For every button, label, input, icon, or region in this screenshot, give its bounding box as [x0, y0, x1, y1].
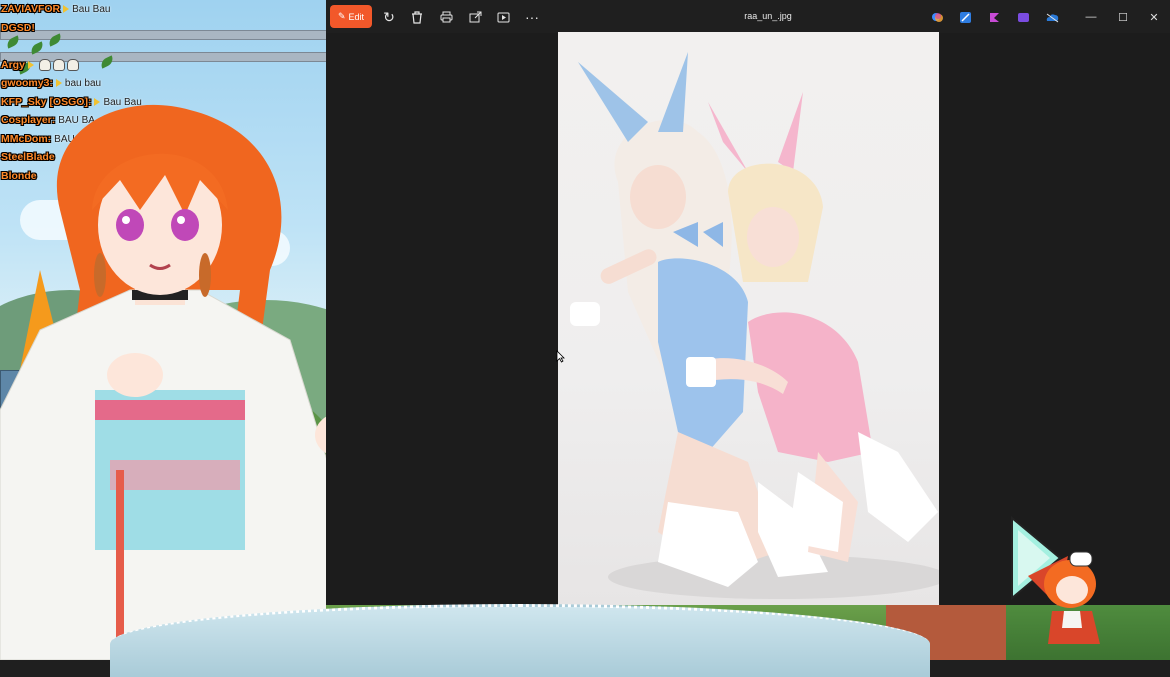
- copilot-icon: [931, 12, 943, 22]
- copilot-button[interactable]: [926, 6, 948, 28]
- onedrive-button[interactable]: [1041, 6, 1063, 28]
- designer-button[interactable]: [954, 6, 976, 28]
- rotate-icon: ↻: [383, 8, 395, 25]
- vtuber-avatar: [0, 104, 365, 660]
- share-button[interactable]: [464, 6, 486, 28]
- share-icon: [469, 11, 481, 23]
- slideshow-button[interactable]: [492, 6, 514, 28]
- slideshow-icon: [497, 12, 509, 22]
- displayed-photo[interactable]: [558, 32, 939, 605]
- printer-icon: [440, 11, 452, 23]
- chat-text: bau bau: [64, 78, 102, 89]
- maximize-button[interactable]: ☐: [1113, 8, 1133, 26]
- maximize-icon: ☐: [1118, 11, 1128, 24]
- skull-emoji-icon: [52, 58, 65, 71]
- designer-icon: [959, 11, 971, 23]
- trash-icon: [412, 10, 422, 24]
- chat-username: gwoomy3:: [0, 76, 54, 90]
- file-title: raa_un_.jpg: [744, 11, 792, 21]
- skull-emoji-icon: [38, 58, 51, 71]
- close-button[interactable]: ✕: [1144, 8, 1164, 26]
- chat-text: Bau Bau: [72, 4, 111, 15]
- minimize-icon: —: [1085, 11, 1097, 23]
- chat-message: Argy: [0, 56, 326, 75]
- edit-label: Edit: [348, 11, 365, 22]
- edit-button[interactable]: ✎ Edit: [330, 5, 372, 28]
- onedrive-icon: [1046, 13, 1058, 22]
- chat-badge-icon: [55, 79, 62, 88]
- chat-message: ZAVIAVFOR Bau Bau: [0, 0, 326, 19]
- photo-content: [570, 52, 939, 599]
- chat-message: [0, 37, 326, 56]
- skull-emoji-icon: [66, 58, 79, 71]
- tea-table: [110, 604, 930, 677]
- photos-titlebar: ✎ Edit ↻ ··· raa_un_.jpg — ☐ ✕: [326, 0, 1170, 33]
- chibi-mascot: [1011, 516, 1100, 644]
- chat-badge-icon: [63, 5, 70, 14]
- chat-username: ZAVIAVFOR: [0, 2, 61, 16]
- delete-button[interactable]: [406, 6, 428, 28]
- more-options-button[interactable]: ···: [521, 6, 543, 28]
- chat-badge-icon: [27, 60, 34, 69]
- clipchamp-icon: [989, 12, 999, 22]
- more-icon: ···: [525, 9, 539, 25]
- print-button[interactable]: [435, 6, 457, 28]
- chat-username: Argy: [0, 58, 26, 72]
- clipchamp-video-button[interactable]: [1012, 6, 1034, 28]
- edit-icon: ✎: [337, 11, 346, 21]
- chat-message: DGSD!: [0, 19, 326, 38]
- clipchamp-button[interactable]: [983, 6, 1005, 28]
- mouse-cursor-icon: [556, 350, 565, 363]
- video-editor-icon: [1017, 12, 1029, 22]
- chat-username: DGSD!: [0, 21, 36, 35]
- minimize-button[interactable]: —: [1081, 8, 1101, 26]
- rotate-button[interactable]: ↻: [378, 6, 400, 28]
- close-icon: ✕: [1149, 11, 1159, 24]
